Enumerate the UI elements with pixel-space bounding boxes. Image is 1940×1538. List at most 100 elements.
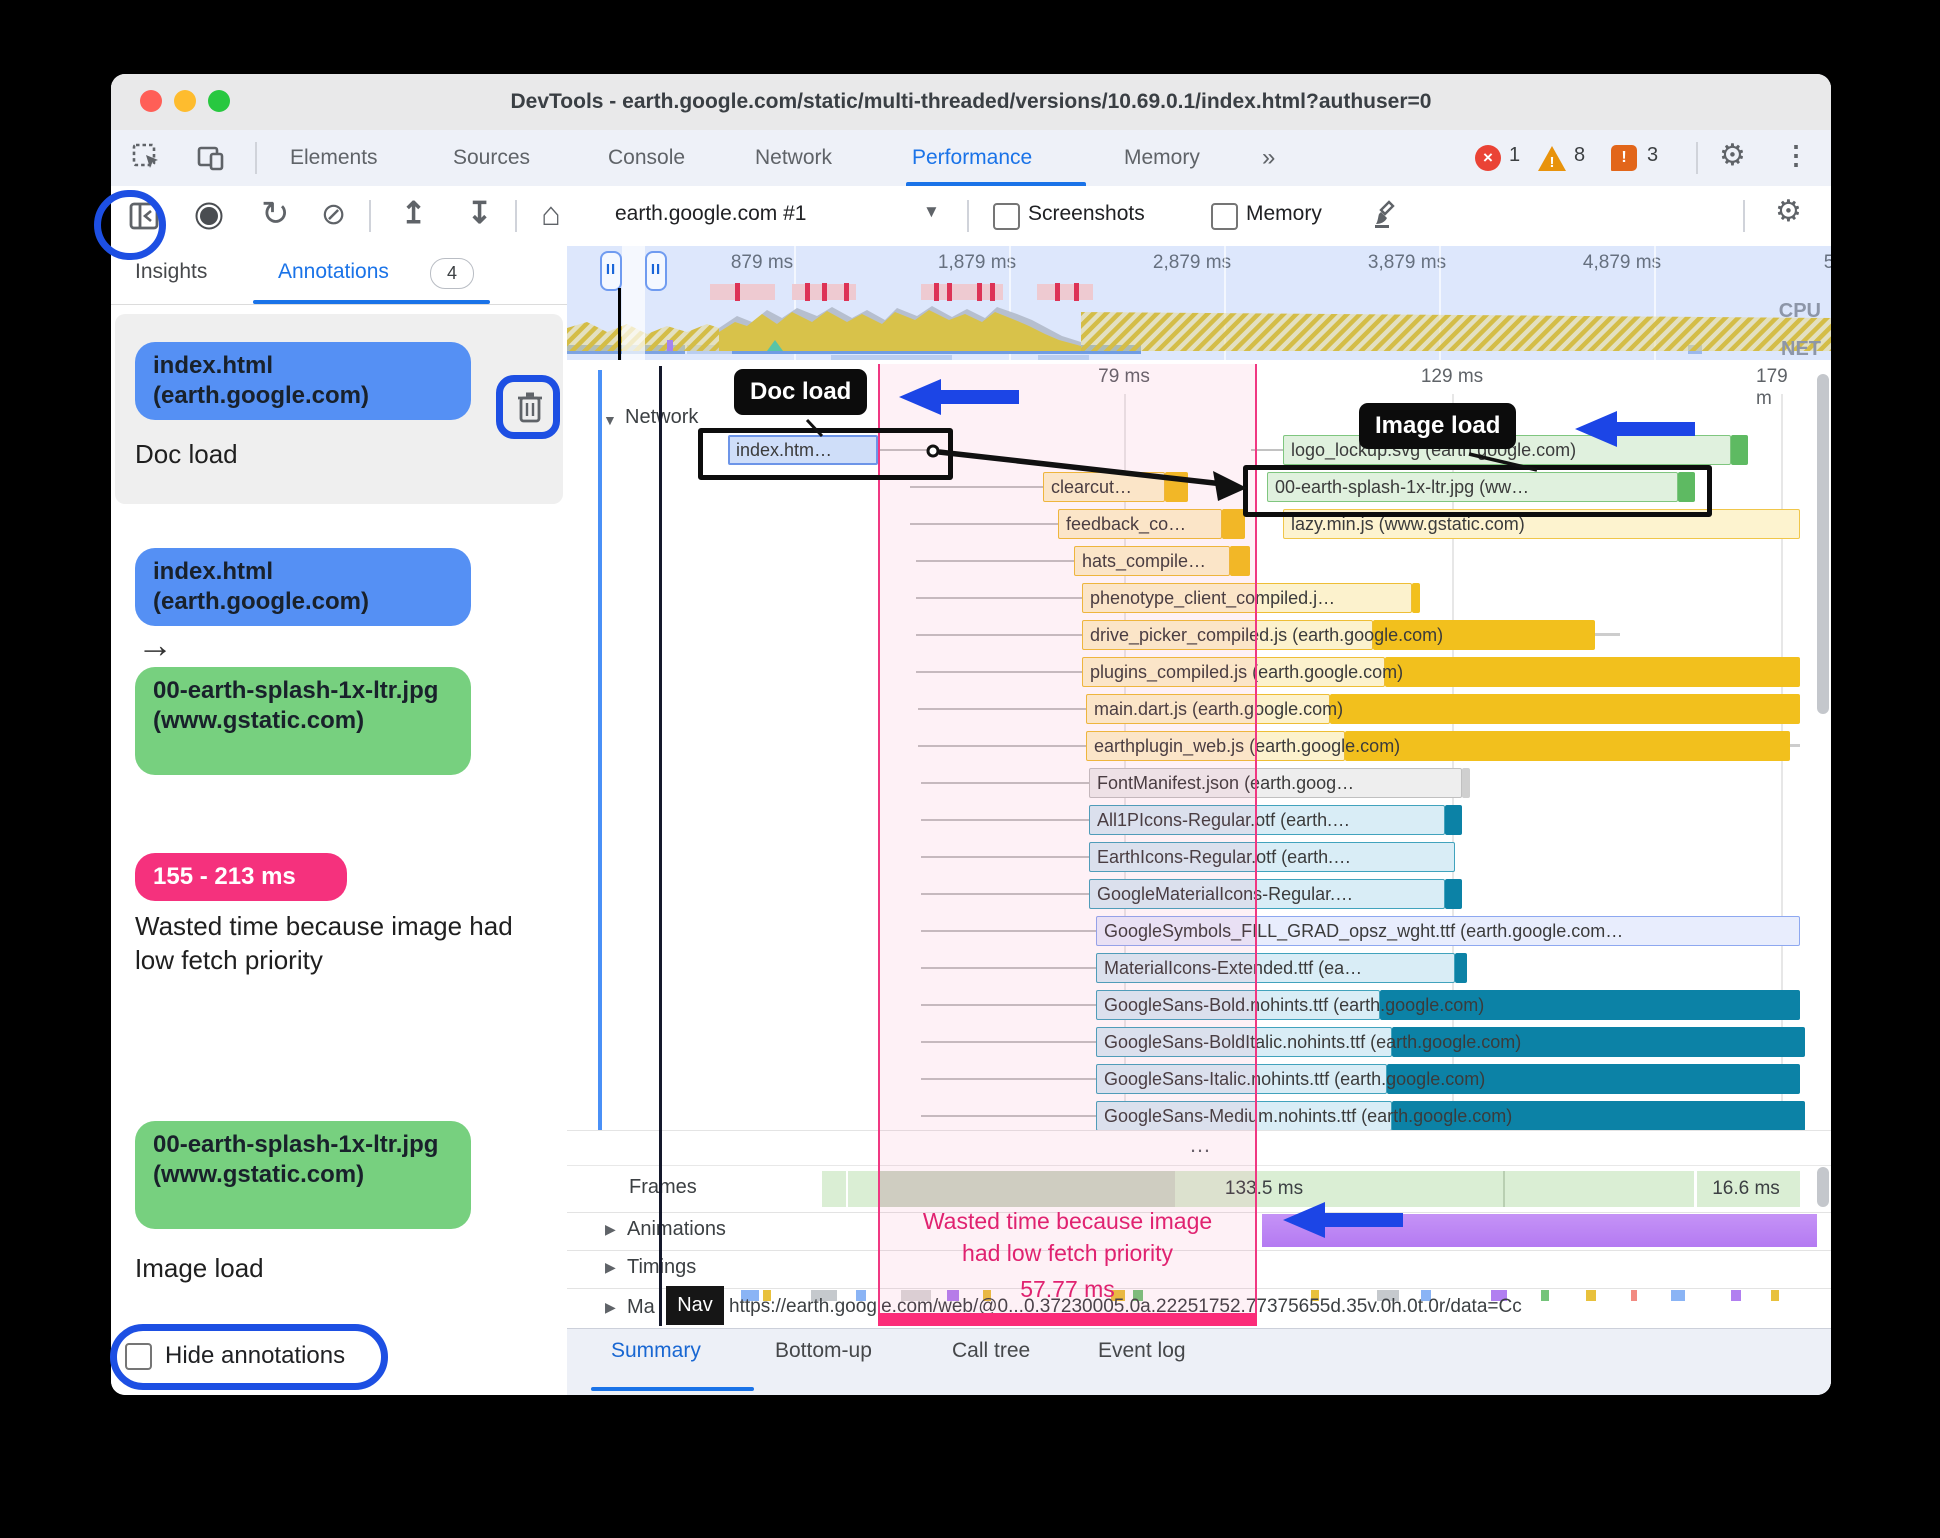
tab-insights[interactable]: Insights	[135, 260, 207, 284]
long-task-marker	[977, 283, 982, 301]
wasted-time-text-line2: had low fetch priority	[962, 1240, 1173, 1266]
screenshots-label: Screenshots	[1028, 202, 1145, 225]
timings-collapse-icon[interactable]: ▶	[605, 1259, 616, 1276]
tracks-scrollbar-thumb[interactable]	[1817, 1167, 1829, 1207]
long-task-marker	[934, 283, 939, 301]
network-request-bar-download[interactable]	[1445, 879, 1462, 909]
window-title: DevTools - earth.google.com/static/multi…	[510, 90, 1432, 113]
doc-load-annotation-label: Doc load	[734, 369, 868, 415]
upload-profile-icon[interactable]: ↥	[401, 196, 426, 231]
annotation-pill[interactable]: 00-earth-splash-1x-ltr.jpg (www.gstatic.…	[135, 1121, 471, 1229]
long-task-marker	[822, 283, 827, 301]
garbage-collect-brush-icon[interactable]	[1369, 198, 1403, 237]
highlight-ring-hide-annotations	[110, 1324, 388, 1390]
download-profile-icon[interactable]: ↧	[467, 196, 492, 231]
error-badge-icon[interactable]: ×	[1475, 145, 1501, 171]
annotation-label: Wasted time because image had low fetch …	[135, 911, 513, 975]
network-request-bar-download[interactable]	[1345, 731, 1790, 761]
more-tabs-icon[interactable]: »	[1262, 130, 1275, 185]
waterfall-scrollbar-thumb[interactable]	[1817, 374, 1829, 714]
frame-segment[interactable]	[822, 1171, 846, 1207]
reload-record-icon[interactable]: ↻	[261, 194, 290, 234]
bottom-tab-bottom-up[interactable]: Bottom-up	[775, 1339, 872, 1363]
network-request-bar-download[interactable]	[1445, 805, 1462, 835]
window-handle-right[interactable]: II	[645, 251, 667, 291]
toolbar-divider-1	[369, 200, 371, 232]
cpu-track-label: CPU	[1778, 300, 1821, 322]
bottom-tab-event-log[interactable]: Event log	[1098, 1339, 1186, 1363]
capture-settings-gear-icon[interactable]: ⚙	[1775, 194, 1802, 229]
chevron-down-icon[interactable]: ▼	[923, 202, 940, 222]
clear-icon[interactable]: ⊘	[321, 197, 346, 232]
settings-gear-icon[interactable]: ⚙	[1719, 138, 1746, 173]
bottom-tab-summary[interactable]: Summary	[611, 1339, 701, 1363]
annotation-pill[interactable]: index.html (earth.google.com)	[135, 342, 471, 420]
main-collapse-icon[interactable]: ▶	[605, 1299, 616, 1316]
annotation-label: Doc load	[135, 439, 238, 469]
long-task-marker	[735, 283, 740, 301]
bottom-tab-call-tree[interactable]: Call tree	[952, 1339, 1030, 1363]
tab-memory[interactable]: Memory	[1124, 130, 1200, 185]
navigation-marker-line	[659, 366, 662, 1326]
titlebar: DevTools - earth.google.com/static/multi…	[111, 74, 1831, 131]
wasted-time-duration: 57.77 ms	[1020, 1276, 1115, 1302]
long-task-marker	[844, 283, 849, 301]
memory-checkbox[interactable]	[1211, 203, 1238, 230]
tab-console[interactable]: Console	[608, 130, 685, 185]
screenshot-stage: DevTools - earth.google.com/static/multi…	[0, 0, 1940, 1538]
tabbar-divider	[255, 142, 257, 174]
network-request-bar-download[interactable]	[1455, 953, 1467, 983]
annotation-pill[interactable]: index.html (earth.google.com)	[135, 548, 471, 626]
waterfall-ruler-tick: 179 m	[1756, 366, 1788, 409]
window-handle-left[interactable]: II	[600, 251, 622, 291]
tab-sources[interactable]: Sources	[453, 130, 530, 185]
waterfall-ruler-tick: 129 ms	[1420, 366, 1484, 387]
frame-divider	[1503, 1171, 1505, 1207]
annotation-label: Image load	[135, 1253, 264, 1283]
network-collapse-icon[interactable]: ▼	[603, 412, 617, 428]
request-tail	[1595, 633, 1620, 636]
kebab-menu-icon[interactable]: ⋮	[1783, 140, 1809, 171]
annotation-pill[interactable]: 155 - 213 ms	[135, 853, 347, 901]
overview-ruler-tick: 2,879 ms	[1152, 252, 1232, 273]
issues-badge-icon[interactable]: !	[1611, 145, 1637, 171]
overview-ruler-tick: 3,879 ms	[1367, 252, 1447, 273]
annotation-pill[interactable]: 00-earth-splash-1x-ltr.jpg (www.gstatic.…	[135, 667, 471, 775]
nav-marker-label: Nav	[666, 1286, 724, 1325]
memory-label: Memory	[1246, 202, 1322, 225]
device-toolbar-icon[interactable]	[195, 142, 227, 179]
error-count: 1	[1509, 144, 1521, 166]
tabbar-divider-2	[1696, 142, 1698, 174]
track-label-frames: Frames	[629, 1176, 697, 1198]
overview-ruler-tick: 5,8	[1824, 252, 1831, 274]
cpu-activity-chart	[567, 306, 1831, 351]
bottom-active-tab-underline	[591, 1387, 754, 1391]
track-label-animations: Animations	[627, 1218, 726, 1240]
network-request-bar-download[interactable]	[1412, 583, 1420, 613]
tab-annotations[interactable]: Annotations	[278, 260, 389, 284]
network-track-accent	[598, 370, 602, 1130]
tab-network[interactable]: Network	[755, 130, 832, 185]
animations-collapse-icon[interactable]: ▶	[605, 1221, 616, 1238]
target-selector[interactable]: earth.google.com #1	[615, 202, 806, 226]
network-request-bar-download[interactable]	[1731, 435, 1748, 465]
record-icon[interactable]	[194, 201, 224, 236]
home-icon[interactable]: ⌂	[541, 195, 561, 233]
toolbar-divider-3	[967, 200, 969, 232]
screenshots-checkbox[interactable]	[993, 203, 1020, 230]
timeline-overview[interactable]: 879 ms 1,879 ms 2,879 ms 3,879 ms 4,879 ms 5,…	[567, 246, 1831, 361]
inspect-icon[interactable]	[131, 142, 163, 179]
performance-toolbar: ↻ ⊘ ↥ ↧ ⌂ earth.google.com #1 ▼ Screensh…	[111, 186, 1831, 247]
tab-elements[interactable]: Elements	[290, 130, 378, 185]
highlight-ring-sidebar-toggle	[94, 190, 166, 260]
network-request-bar-download[interactable]	[1385, 657, 1800, 687]
network-request-bar-download[interactable]	[1330, 694, 1800, 724]
long-task-marker	[1055, 283, 1060, 301]
network-track-label: Network	[625, 406, 699, 428]
image-load-annotation-label: Image load	[1359, 403, 1517, 449]
network-request-bar-download[interactable]	[1462, 768, 1470, 798]
long-task-strip	[1037, 284, 1093, 300]
tab-performance[interactable]: Performance	[912, 130, 1032, 185]
sidebar-tab-border	[111, 304, 567, 305]
warning-badge-icon[interactable]: !	[1538, 146, 1566, 171]
